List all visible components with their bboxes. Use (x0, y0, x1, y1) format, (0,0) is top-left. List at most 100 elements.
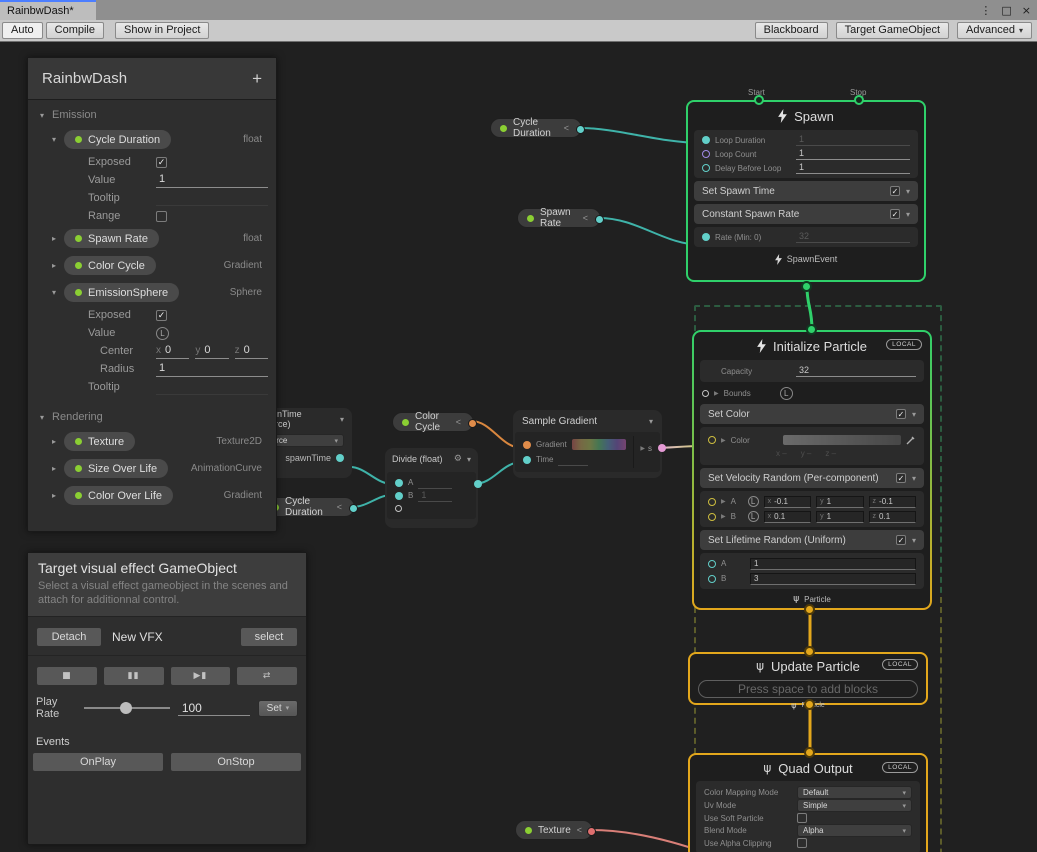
update-input-flow-port[interactable] (804, 646, 815, 657)
gradient-input-port[interactable] (523, 441, 531, 449)
blackboard-toggle-button[interactable]: Blackboard (755, 22, 828, 39)
loop-count-field[interactable]: 1 (796, 148, 910, 160)
capacity-field[interactable]: 32 (796, 365, 916, 377)
velocity-b-port[interactable] (708, 513, 716, 521)
center-z-field[interactable]: z0 (235, 344, 268, 359)
play-rate-field[interactable]: 100 (178, 701, 250, 716)
show-in-project-button[interactable]: Show in Project (115, 22, 209, 39)
collapse-icon[interactable]: < (577, 825, 582, 835)
block-enabled-checkbox[interactable]: ✓ (890, 209, 900, 219)
update-node[interactable]: ψ Update Particle LOCAL Press space to a… (688, 652, 928, 705)
color-port[interactable] (708, 436, 716, 444)
spawn-node-header[interactable]: Spawn (688, 102, 924, 130)
tooltip-field[interactable] (156, 380, 268, 395)
velocity-a-port[interactable] (708, 498, 716, 506)
update-output-flow-port[interactable] (804, 699, 815, 710)
param-pill-color-cycle[interactable]: Color Cycle < (392, 412, 474, 432)
lifetime-b-field[interactable]: 3 (750, 573, 916, 585)
sample-output-port[interactable] (658, 444, 666, 452)
exposed-checkbox[interactable]: ✓ (156, 310, 167, 321)
pill-output-port[interactable] (468, 419, 477, 428)
delay-before-loop-field[interactable]: 1 (796, 162, 910, 174)
sample-gradient-header[interactable]: Sample Gradient ▾ (513, 410, 662, 432)
initialize-node-header[interactable]: Initialize Particle LOCAL (694, 332, 930, 360)
param-pill-cycle-duration-1[interactable]: Cycle Duration < (490, 118, 582, 138)
chevron-down-icon[interactable]: ▾ (340, 415, 344, 424)
param-color-over-life[interactable]: ▸ Color Over Life Gradient (28, 482, 276, 509)
gradient-preview[interactable] (572, 439, 626, 450)
target-gameobject-toggle-button[interactable]: Target GameObject (836, 22, 949, 39)
use-soft-particle-checkbox[interactable] (797, 813, 807, 823)
block-enabled-checkbox[interactable]: ✓ (896, 409, 906, 419)
select-button[interactable]: select (240, 627, 298, 647)
initialize-output-flow-port[interactable] (804, 604, 815, 615)
divide-output-port[interactable] (474, 480, 482, 488)
set-color-block[interactable]: Set Color ✓▾ (700, 404, 924, 424)
lifetime-b-port[interactable] (708, 575, 716, 583)
advanced-dropdown-button[interactable]: Advanced▾ (957, 22, 1032, 39)
chevron-down-icon[interactable]: ▾ (906, 187, 910, 196)
spawn-node[interactable]: Start Stop Spawn Loop Duration 1 Loop Co… (686, 100, 926, 282)
divide-b-port[interactable] (395, 492, 403, 500)
divide-add-port[interactable] (395, 505, 402, 512)
time-input-field[interactable] (558, 454, 588, 466)
param-cycle-duration[interactable]: ▾ Cycle Duration float (28, 126, 276, 153)
param-texture[interactable]: ▸ Texture Texture2D (28, 428, 276, 455)
collapse-icon[interactable]: < (456, 417, 461, 427)
add-parameter-button[interactable]: + (252, 69, 262, 89)
chevron-down-icon[interactable]: ▾ (912, 474, 916, 483)
eyedropper-icon[interactable] (906, 435, 916, 445)
close-icon[interactable]: × (1022, 4, 1031, 17)
expander-icon[interactable]: ▶ (640, 445, 645, 452)
stop-flow-port[interactable] (854, 95, 864, 105)
tab-rainbwdash[interactable]: RainbwDash* (0, 0, 96, 20)
chevron-down-icon[interactable]: ▾ (467, 455, 471, 464)
onstop-button[interactable]: OnStop (170, 752, 302, 772)
chevron-down-icon[interactable]: ▾ (912, 536, 916, 545)
chevron-down-icon[interactable]: ▾ (649, 417, 653, 426)
expander-icon[interactable]: ▶ (721, 437, 726, 444)
rate-port[interactable] (702, 233, 710, 241)
center-y-field[interactable]: y0 (195, 344, 228, 359)
compile-button[interactable]: Compile (46, 22, 104, 39)
pill-output-port[interactable] (595, 215, 604, 224)
expander-icon[interactable]: ▶ (721, 513, 726, 520)
spawntime-output-port[interactable] (336, 454, 344, 462)
chevron-right-icon[interactable]: ▸ (52, 437, 56, 446)
value-field[interactable]: 1 (156, 173, 268, 188)
block-enabled-checkbox[interactable]: ✓ (896, 535, 906, 545)
chevron-right-icon[interactable]: ▸ (52, 491, 56, 500)
start-flow-port[interactable] (754, 95, 764, 105)
chevron-down-icon[interactable]: ▾ (52, 135, 56, 144)
divide-b-field[interactable]: 1 (418, 490, 452, 502)
param-spawn-rate[interactable]: ▸ Spawn Rate float (28, 225, 276, 252)
param-emission-sphere[interactable]: ▾ EmissionSphere Sphere (28, 279, 276, 306)
chevron-down-icon[interactable]: ▾ (40, 413, 44, 422)
loop-count-port[interactable] (702, 150, 710, 158)
update-node-header[interactable]: ψ Update Particle LOCAL (690, 654, 926, 678)
expander-icon[interactable]: ▶ (721, 498, 726, 505)
restart-button[interactable]: ⇄ (236, 666, 298, 686)
add-blocks-placeholder[interactable]: Press space to add blocks (698, 680, 918, 698)
param-size-over-life[interactable]: ▸ Size Over Life AnimationCurve (28, 455, 276, 482)
detach-button[interactable]: Detach (36, 627, 102, 647)
delay-before-loop-port[interactable] (702, 164, 710, 172)
uv-mode-dropdown[interactable]: Simple▾ (797, 799, 912, 812)
divide-a-field[interactable] (418, 477, 452, 489)
maximize-icon[interactable]: □ (1001, 4, 1011, 17)
step-button[interactable]: ▶▮ (170, 666, 232, 686)
radius-field[interactable]: 1 (156, 362, 268, 377)
lifetime-a-port[interactable] (708, 560, 716, 568)
set-lifetime-random-block[interactable]: Set Lifetime Random (Uniform) ✓▾ (700, 530, 924, 550)
play-rate-slider[interactable] (84, 707, 170, 709)
bounds-space-toggle[interactable]: L (780, 387, 793, 400)
param-pill-spawn-rate[interactable]: Spawn Rate < (517, 208, 601, 228)
initialize-input-flow-port[interactable] (806, 324, 817, 335)
block-enabled-checkbox[interactable]: ✓ (896, 473, 906, 483)
exposed-checkbox[interactable]: ✓ (156, 157, 167, 168)
chevron-down-icon[interactable]: ▾ (906, 210, 910, 219)
collapse-icon[interactable]: < (583, 213, 588, 223)
pill-output-port[interactable] (576, 125, 585, 134)
space-toggle[interactable]: L (748, 511, 759, 522)
range-checkbox[interactable] (156, 211, 167, 222)
